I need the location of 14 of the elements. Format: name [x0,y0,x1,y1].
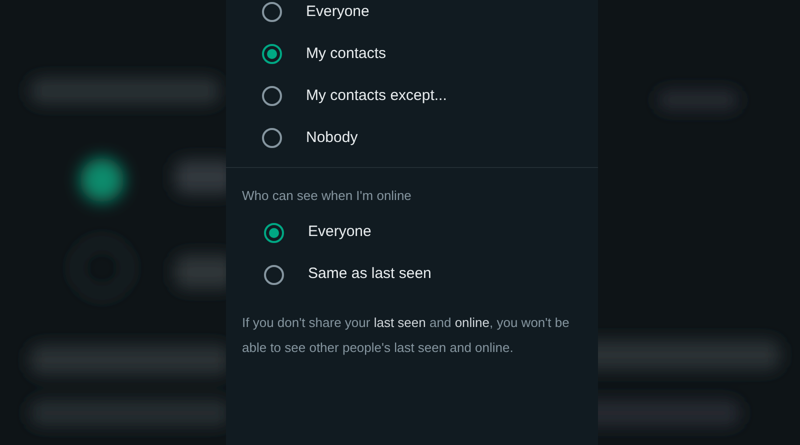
radio-button[interactable] [262,86,282,106]
option-label: Everyone [306,2,370,22]
radio-button[interactable] [264,264,284,284]
option-label: Same as last seen [308,264,432,284]
radio-button[interactable] [262,128,282,148]
option-label: My contacts except... [306,86,447,106]
radio-button[interactable] [262,2,282,22]
option-label: My contacts [306,44,386,64]
radio-button[interactable] [262,44,282,64]
section-title: Who can see when I'm online [241,187,412,205]
option-label: Nobody [306,128,358,148]
privacy-note: If you don't share your last seen and online, you won't be able to see other people's last seen and online. [241,314,570,357]
radio-button[interactable] [264,222,284,242]
option-label: Everyone [308,222,372,242]
